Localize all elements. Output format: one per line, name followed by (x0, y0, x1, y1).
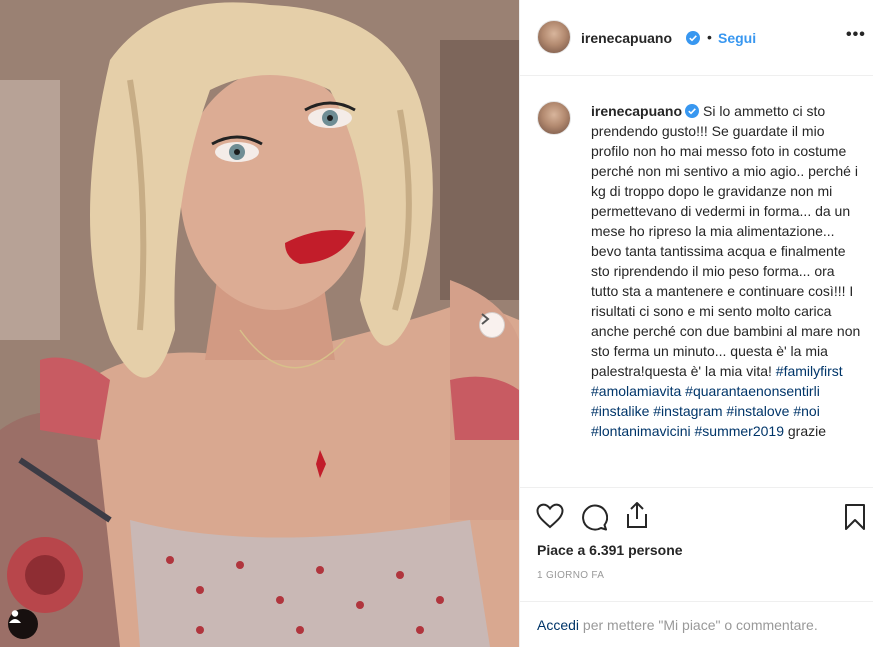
comment-icon[interactable] (580, 503, 608, 531)
hashtag-link[interactable]: #summer2019 (695, 423, 785, 439)
chevron-right-icon (481, 313, 490, 325)
post-timestamp[interactable]: 1 GIORNO FA (537, 570, 604, 581)
hashtag-link[interactable]: #quarantaenonsentirli (685, 383, 820, 399)
post-header: irenecapuano • Segui ••• (520, 0, 873, 76)
author-username[interactable]: irenecapuano (581, 30, 672, 46)
login-prompt: Accedi per mettere "Mi piace" o commenta… (520, 601, 873, 647)
selfie-photo (0, 0, 519, 647)
caption-trailing-text: grazie (787, 423, 827, 439)
comments-section[interactable]: irenecapuano Si lo ammetto ci sto prenden… (520, 77, 873, 486)
user-icon (9, 610, 21, 623)
author-avatar[interactable] (537, 20, 571, 54)
carousel-next-button[interactable] (479, 312, 505, 338)
follow-button[interactable]: Segui (718, 30, 756, 46)
hashtag-link[interactable]: #instagram (653, 403, 722, 419)
hashtag-link[interactable]: #lontanimavicini (591, 423, 691, 439)
hashtag-link[interactable]: #amolamiavita (591, 383, 681, 399)
post-side-panel: irenecapuano • Segui ••• irenecapuano Si … (519, 0, 873, 647)
bookmark-icon[interactable] (844, 503, 866, 531)
heart-icon[interactable] (536, 503, 564, 529)
hashtag-link[interactable]: #familyfirst (776, 363, 843, 379)
hashtag-link[interactable]: #instalove (726, 403, 789, 419)
hashtag-link[interactable]: #noi (793, 403, 819, 419)
verified-badge-icon (685, 104, 700, 118)
caption-author-avatar[interactable] (537, 101, 571, 135)
tagged-users-button[interactable] (8, 609, 38, 639)
post-actions: Piace a 6.391 persone 1 GIORNO FA Accedi… (520, 487, 873, 647)
likes-count[interactable]: Piace a 6.391 persone (537, 542, 683, 558)
post-photo[interactable] (0, 0, 519, 647)
verified-badge-icon (686, 31, 700, 45)
hashtag-link[interactable]: #instalike (591, 403, 649, 419)
login-link[interactable]: Accedi (537, 617, 579, 633)
separator-dot: • (707, 29, 712, 45)
more-options-icon[interactable]: ••• (846, 26, 866, 44)
login-prompt-rest: per mettere "Mi piace" o commentare. (582, 617, 818, 633)
login-prompt-text: Accedi per mettere "Mi piace" o commenta… (537, 617, 818, 633)
caption-text: Si lo ammetto ci sto prendendo gusto!!! … (591, 103, 861, 379)
share-icon[interactable] (624, 501, 650, 529)
caption-username[interactable]: irenecapuano (591, 103, 682, 119)
post-caption: irenecapuano Si lo ammetto ci sto prenden… (591, 101, 861, 441)
